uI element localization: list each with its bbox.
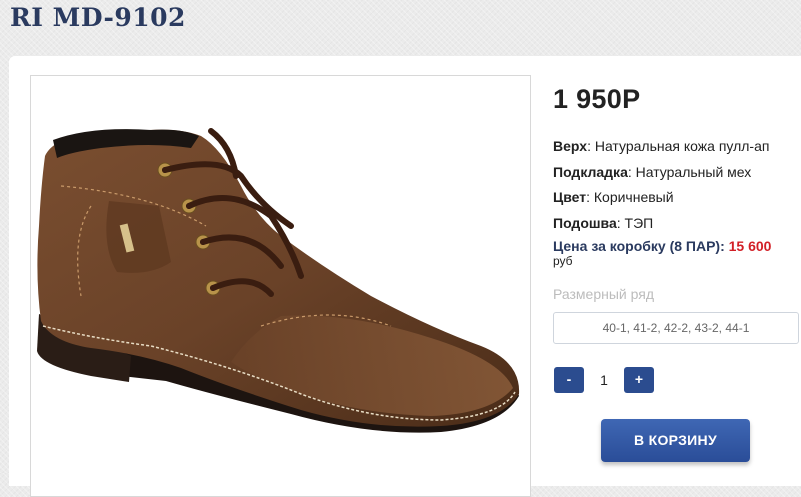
spec-lining: Подкладка: Натуральный мех [553,160,769,186]
box-price-value: 15 600 [728,238,772,254]
quantity-input[interactable]: 1 [588,367,620,393]
box-price-unit: руб [553,254,573,268]
product-card: 1 950Р Верх: Натуральная кожа пулл-ап По… [9,56,801,497]
size-range-select[interactable]: 40-1, 41-2, 42-2, 43-2, 44-1 [553,312,799,344]
spec-label: Подкладка [553,163,628,180]
quantity-minus-button[interactable]: - [554,367,584,393]
spec-label: Верх [553,138,588,154]
size-range-label: Размерный ряд [553,286,655,302]
spec-label: Подошва [553,214,617,231]
box-price: Цена за коробку (8 ПАР): 15 600 руб [553,238,771,268]
spec-value: : Натуральный мех [627,163,752,180]
box-price-label: Цена за коробку (8 ПАР): [553,238,725,254]
add-to-cart-button[interactable]: В КОРЗИНУ [601,419,750,462]
product-image[interactable] [30,75,531,497]
spec-value: : ТЭП [616,214,654,231]
spec-value: : Коричневый [586,189,674,205]
product-price: 1 950Р [553,84,641,114]
page-title: RI MD-9102 [10,3,186,32]
spec-sole: Подошва: ТЭП [553,211,769,237]
spec-value: : Натуральная кожа пулл-ап [587,138,770,154]
spec-label: Цвет [553,189,587,205]
spec-upper: Верх: Натуральная кожа пулл-ап [553,134,769,160]
spec-color: Цвет: Коричневый [553,185,769,211]
quantity-plus-button[interactable]: + [624,367,654,393]
boot-illustration [37,128,520,433]
spec-list: Верх: Натуральная кожа пулл-ап Подкладка… [553,134,769,236]
